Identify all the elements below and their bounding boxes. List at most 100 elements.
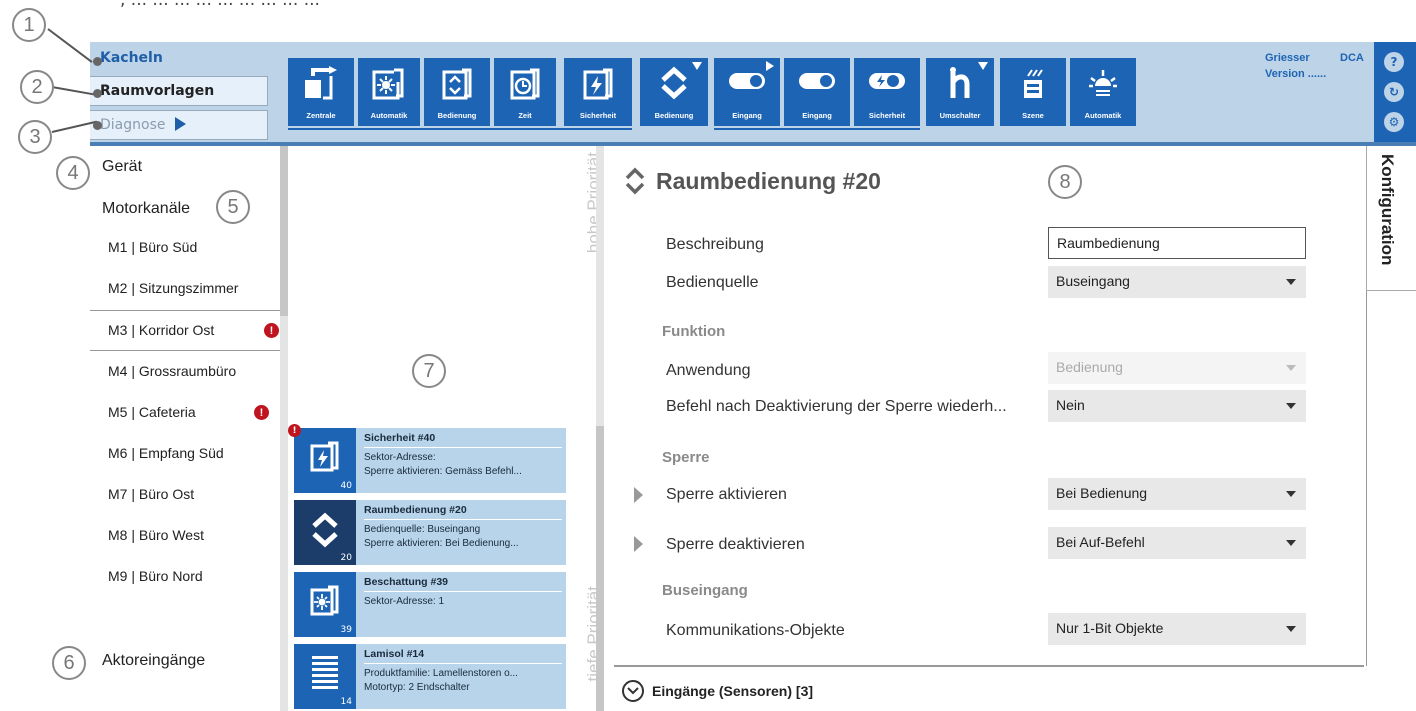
expand-circle-icon[interactable] <box>622 680 644 702</box>
anwendung-select: Bedienung <box>1048 352 1306 384</box>
chevron-down-icon <box>1286 365 1296 371</box>
tool-szene[interactable]: Szene <box>1000 58 1066 126</box>
card-lamisol-14[interactable]: 14 Lamisol #14 Produktfamilie: Lamellens… <box>294 644 566 709</box>
card-divider <box>364 519 562 520</box>
konfig-divider <box>1366 291 1367 666</box>
warning-icon: ! <box>254 405 269 420</box>
sidebar-item-m8[interactable]: M8 | Büro West <box>90 516 286 557</box>
sidebar-item-m4[interactable]: M4 | Grossraumbüro <box>90 352 286 393</box>
card-divider <box>364 663 562 664</box>
sperre-aktivieren-select[interactable]: Bei Bedienung <box>1048 478 1306 510</box>
tool-label: Automatik <box>1084 111 1122 120</box>
tool-label: Sicherheit <box>579 111 617 120</box>
tab-diagnose-label: Diagnose <box>100 117 166 133</box>
tool-eingang-2[interactable]: Eingang <box>784 58 850 126</box>
lightning-icon <box>310 441 339 472</box>
tab-kacheln[interactable]: Kacheln <box>90 44 268 74</box>
card-title: Sicherheit #40 <box>364 432 436 444</box>
eingaenge-section[interactable]: Eingänge (Sensoren) [3] <box>652 683 813 699</box>
lightning-toggle-icon <box>869 73 905 89</box>
sidebar-item-m1[interactable]: M1 | Büro Süd <box>90 228 286 269</box>
tool-bedienung-2[interactable]: Bedienung <box>640 58 708 126</box>
card-divider <box>364 447 562 448</box>
tab-konfiguration[interactable]: Konfiguration <box>1366 146 1416 291</box>
funktion-section-title: Funktion <box>662 323 726 340</box>
sperre-aktivieren-label: Sperre aktivieren <box>666 486 787 503</box>
automatik-sun-icon <box>310 585 339 616</box>
tool-automatik-2[interactable]: Automatik <box>1070 58 1136 126</box>
play-icon <box>175 117 187 131</box>
befehl-select[interactable]: Nein <box>1048 390 1306 422</box>
card-beschattung-39[interactable]: 39 Beschattung #39 Sektor-Adresse: 1 <box>294 572 566 637</box>
item-label: M3 | Korridor Ost <box>108 322 215 338</box>
motorkanaele-heading[interactable]: Motorkanäle <box>102 200 190 218</box>
sidebar-item-m7[interactable]: M7 | Büro Ost <box>90 475 286 516</box>
sperre-deaktivieren-label: Sperre deaktivieren <box>666 536 805 553</box>
section-divider <box>614 665 1364 667</box>
tool-sicherheit[interactable]: Sicherheit <box>564 58 632 126</box>
bedienung-icon <box>442 68 472 100</box>
callout-4: 4 <box>56 156 90 190</box>
toolbar-group-underline <box>288 128 632 130</box>
expand-arrow-icon[interactable] <box>634 487 643 503</box>
zentrale-icon <box>305 66 337 100</box>
card-number: 40 <box>340 481 352 491</box>
sidebar-item-m5[interactable]: M5 | Cafeteria! <box>90 393 286 434</box>
product-name: DCA <box>1340 52 1364 64</box>
tab-diagnose[interactable]: Diagnose <box>90 110 268 140</box>
sidebar-item-m2[interactable]: M2 | Sitzungszimmer <box>90 269 286 310</box>
card-line-1: Sektor-Adresse: <box>364 452 436 463</box>
card-sicherheit-40[interactable]: 40 Sicherheit #40 Sektor-Adresse: Sperre… <box>294 428 566 493</box>
expand-arrow-icon[interactable] <box>634 536 643 552</box>
warning-icon: ! <box>288 424 301 437</box>
sperre-aktivieren-value: Bei Bedienung <box>1056 485 1148 501</box>
tool-label: Sicherheit <box>868 111 906 120</box>
side-button-column: ? ↻ ⚙ <box>1374 42 1416 142</box>
sidebar-item-m9[interactable]: M9 | Büro Nord <box>90 557 286 598</box>
card-icon-box: 20 <box>294 500 356 565</box>
callout-6: 6 <box>52 646 86 680</box>
tool-label: Szene <box>1022 111 1044 120</box>
clock-icon <box>510 68 540 100</box>
tool-zeit[interactable]: Zeit <box>494 58 556 126</box>
item-label: M1 | Büro Süd <box>108 239 198 255</box>
kommunikation-select[interactable]: Nur 1-Bit Objekte <box>1048 613 1306 645</box>
tool-zentrale[interactable]: Zentrale <box>288 58 354 126</box>
top-cut-text: , ... ... ... ... ... ... ... ... ... <box>120 0 320 10</box>
callout-dot <box>93 121 102 130</box>
item-label: M7 | Büro Ost <box>108 486 195 502</box>
tab-raumvorlagen[interactable]: Raumvorlagen <box>90 76 268 106</box>
tool-label: Bedienung <box>654 111 694 120</box>
middle-scrollbar-thumb[interactable] <box>596 426 604 711</box>
tool-automatik[interactable]: Automatik <box>358 58 420 126</box>
sperre-deaktivieren-select[interactable]: Bei Auf-Befehl <box>1048 527 1306 559</box>
tool-sicherheit-2[interactable]: Sicherheit <box>854 58 920 126</box>
geraet-heading[interactable]: Gerät <box>102 158 142 176</box>
switch-icon <box>950 67 970 98</box>
sperre-deaktivieren-value: Bei Auf-Befehl <box>1056 534 1145 550</box>
toggle-icon <box>729 73 765 89</box>
help-icon[interactable]: ? <box>1384 52 1404 72</box>
dropdown-triangle-icon <box>978 62 988 70</box>
tool-eingang[interactable]: Eingang <box>714 58 780 126</box>
sidebar-item-m3[interactable]: M3 | Korridor Ost! <box>90 310 288 351</box>
toggle-icon <box>799 73 835 89</box>
settings-icon[interactable]: ⚙ <box>1384 112 1404 132</box>
sidebar-item-m6[interactable]: M6 | Empfang Süd <box>90 434 286 475</box>
sun-icon <box>1089 70 1117 96</box>
chevron-down-icon <box>1286 540 1296 546</box>
refresh-icon[interactable]: ↻ <box>1384 82 1404 102</box>
card-raumbedienung-20[interactable]: 20 Raumbedienung #20 Bedienquelle: Busei… <box>294 500 566 565</box>
card-line-1: Sektor-Adresse: 1 <box>364 596 445 607</box>
beschreibung-input[interactable]: Raumbedienung <box>1048 227 1306 259</box>
tool-umschalter[interactable]: Umschalter <box>926 58 994 126</box>
card-icon-box: 39 <box>294 572 356 637</box>
up-down-chevron-icon <box>312 512 338 548</box>
left-scrollbar-thumb[interactable] <box>280 146 288 316</box>
aktoreingaenge-heading[interactable]: Aktoreingänge <box>102 652 205 670</box>
befehl-label: Befehl nach Deaktivierung der Sperre wie… <box>666 398 1007 415</box>
tool-bedienung[interactable]: Bedienung <box>424 58 490 126</box>
callout-2: 2 <box>20 70 54 104</box>
bedienquelle-select[interactable]: Buseingang <box>1048 266 1306 298</box>
tool-label: Eingang <box>732 111 762 120</box>
